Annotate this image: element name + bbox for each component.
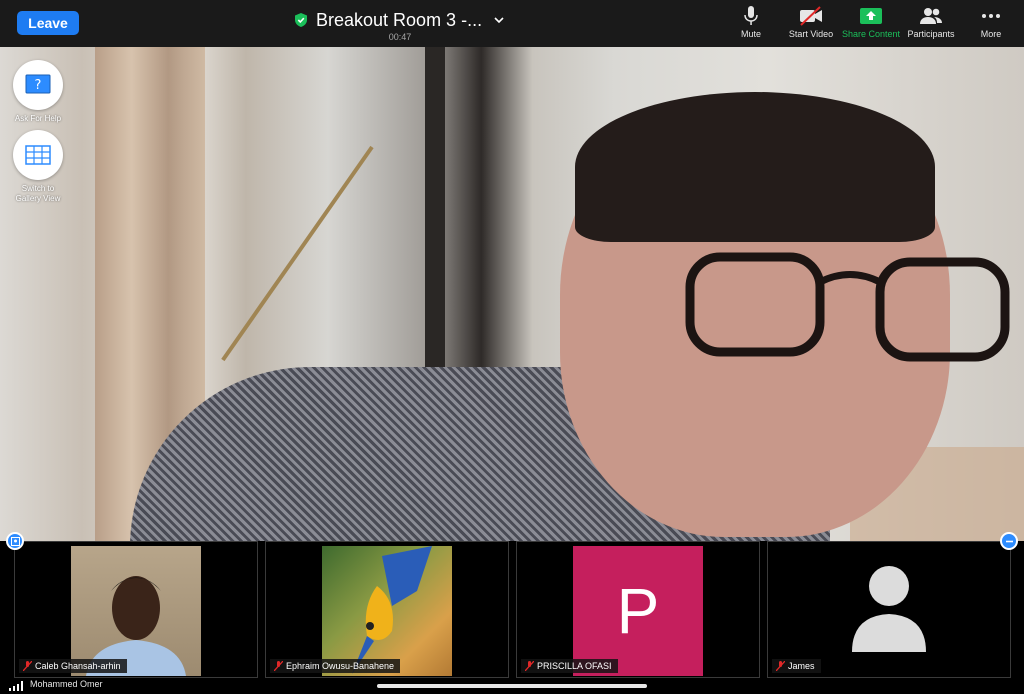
room-title: Breakout Room 3 -... [316, 9, 483, 30]
participant-name: Caleb Ghansah-arhin [35, 661, 121, 671]
top-toolbar: Leave Breakout Room 3 -... 00:47 Mute St… [0, 0, 1024, 47]
muted-mic-icon [23, 661, 32, 671]
participant-name-label: James [772, 659, 821, 673]
participant-tile[interactable]: Ephraim Owusu-Banahene [265, 541, 509, 678]
active-speaker-video[interactable]: ? Ask For Help Switch to Gallery View [0, 47, 1024, 541]
switch-gallery-view-button[interactable] [13, 130, 63, 180]
participant-name-label: Caleb Ghansah-arhin [19, 659, 127, 673]
more-button[interactable]: More [976, 6, 1006, 40]
home-indicator[interactable] [377, 684, 647, 688]
shield-icon [295, 13, 307, 27]
ask-for-help-label: Ask For Help [14, 114, 62, 123]
gallery-grid-icon [25, 145, 51, 165]
participant-name-label: PRISCILLA OFASI [521, 659, 618, 673]
speaker-hair [575, 92, 935, 242]
participant-tile[interactable]: Caleb Ghansah-arhin [14, 541, 258, 678]
muted-mic-icon [525, 661, 534, 671]
start-video-label: Start Video [788, 29, 834, 39]
share-content-label: Share Content [841, 29, 901, 39]
share-content-button[interactable]: Share Content [842, 6, 900, 40]
meeting-timer: 00:47 [388, 32, 412, 42]
help-question-icon: ? [25, 74, 51, 94]
share-screen-icon [860, 8, 882, 24]
minimize-strip-button[interactable] [1000, 532, 1018, 550]
macaw-bird-image [352, 546, 432, 674]
participants-label: Participants [907, 29, 955, 39]
participant-name: James [788, 661, 815, 671]
participant-tile[interactable]: James [767, 541, 1011, 678]
participant-video [71, 546, 201, 676]
svg-text:?: ? [35, 78, 42, 93]
background-window-frame [425, 47, 445, 387]
participant-name: PRISCILLA OFASI [537, 661, 612, 671]
ask-for-help-button[interactable]: ? [13, 60, 63, 110]
muted-mic-icon [274, 661, 283, 671]
self-name: Mohammed Omer [30, 679, 103, 689]
self-status-bar: Mohammed Omer [0, 678, 1024, 694]
participant-name: Ephraim Owusu-Banahene [286, 661, 395, 671]
muted-mic-icon [776, 661, 785, 671]
participant-initial-avatar: P [573, 546, 703, 676]
mute-label: Mute [740, 29, 761, 39]
participants-icon [920, 8, 942, 24]
switch-gallery-view-label: Switch to Gallery View [15, 184, 61, 203]
pin-video-button[interactable] [6, 532, 24, 550]
background-lamp [221, 145, 374, 362]
minus-icon [1005, 540, 1013, 542]
chevron-down-icon [494, 17, 504, 24]
participant-tile[interactable]: P PRISCILLA OFASI [516, 541, 760, 678]
speaker-glasses [685, 252, 1010, 362]
microphone-icon [744, 6, 758, 25]
start-video-button[interactable]: Start Video [786, 6, 836, 40]
picture-icon [10, 536, 20, 546]
video-off-icon [800, 6, 822, 26]
participant-profile-image [322, 546, 452, 676]
participant-thumbnail-strip: Caleb Ghansah-arhin Ephraim Owusu-Banahe… [0, 532, 1024, 678]
signal-strength-icon [9, 681, 23, 691]
participant-name-label: Ephraim Owusu-Banahene [270, 659, 401, 673]
more-dots-icon [982, 14, 1000, 18]
participant-person [86, 576, 186, 676]
leave-button[interactable]: Leave [17, 11, 79, 35]
default-avatar-icon [852, 566, 926, 652]
participants-button[interactable]: Participants [906, 6, 956, 40]
meeting-title-dropdown[interactable]: Breakout Room 3 -... [295, 8, 504, 32]
more-label: More [980, 29, 1002, 39]
mute-button[interactable]: Mute [736, 6, 766, 40]
